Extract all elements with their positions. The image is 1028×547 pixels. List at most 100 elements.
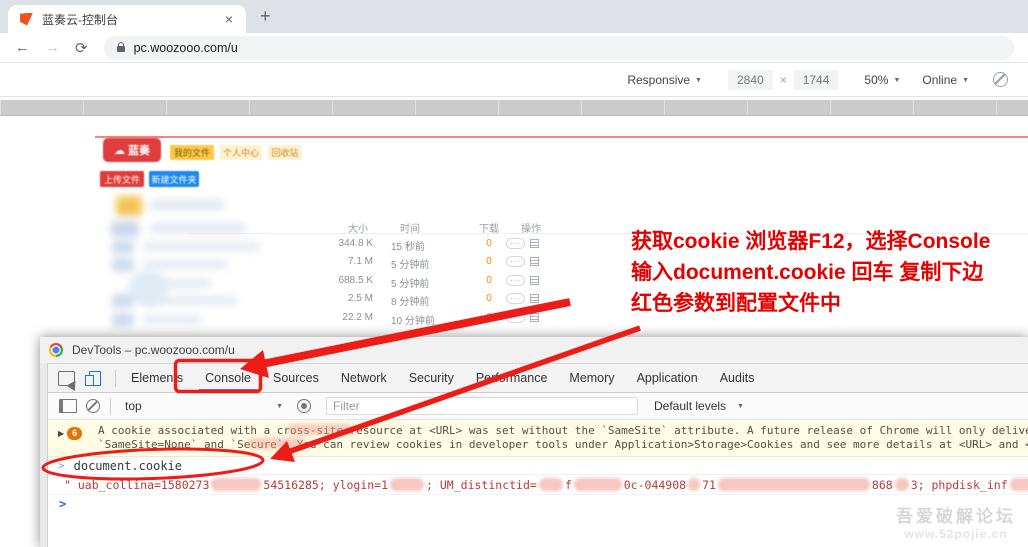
tab-close-icon[interactable]: × [220, 11, 238, 27]
show-sidebar-icon[interactable] [59, 399, 77, 413]
execution-context-select[interactable]: top ▼ [125, 399, 283, 413]
tab-console[interactable]: Console [194, 364, 262, 392]
censored-blur [1010, 478, 1028, 491]
upload-file-button[interactable]: 上传文件 [100, 171, 144, 187]
divider [115, 370, 116, 387]
censored-blur [688, 478, 700, 491]
detail-icon[interactable] [530, 313, 539, 322]
annotation-text: 获取cookie 浏览器F12，选择Console 输入document.coo… [631, 226, 990, 319]
censored-blur [574, 478, 622, 491]
reload-icon[interactable]: ⟳ [75, 39, 88, 57]
live-expression-icon[interactable] [297, 399, 311, 413]
tab-sources[interactable]: Sources [262, 364, 330, 392]
screenshot-root: 蓝奏云-控制台 × + ← → ⟳ pc.woozooo.com/u Respo… [0, 0, 1028, 547]
rotate-viewport-icon[interactable] [993, 72, 1008, 87]
console-prompt[interactable]: > [48, 495, 1028, 513]
expand-triangle-icon: ▶ [58, 429, 64, 438]
new-tab-button[interactable]: + [260, 6, 271, 27]
command-chevron-icon: > [58, 459, 65, 472]
chevron-down-icon: ▼ [737, 403, 744, 410]
warning-text-line2: `SameSite=None` and `Secure`. You can re… [98, 438, 1028, 452]
detail-icon[interactable] [530, 257, 539, 266]
back-icon[interactable]: ← [15, 39, 30, 56]
browser-tab[interactable]: 蓝奏云-控制台 × [8, 5, 246, 33]
browser-tab-strip: 蓝奏云-控制台 × + [0, 0, 1028, 33]
new-folder-button[interactable]: 新建文件夹 [149, 171, 199, 187]
more-actions-button[interactable]: ··· [506, 293, 525, 304]
tab-application[interactable]: Application [626, 364, 709, 392]
chevron-down-icon: ▼ [893, 77, 900, 84]
device-ruler [0, 100, 1028, 116]
blurred-file-name [150, 223, 246, 233]
inspect-element-icon[interactable] [58, 371, 75, 386]
censored-blur [390, 478, 424, 491]
more-actions-button[interactable]: ··· [506, 275, 525, 286]
chevron-down-icon: ▼ [962, 77, 969, 84]
site-tab-my-files[interactable]: 我的文件 [170, 145, 214, 160]
blurred-file-icon [111, 221, 139, 237]
prompt-chevron-icon: > [59, 497, 66, 511]
detail-icon[interactable] [530, 239, 539, 248]
site-tab-profile[interactable]: 个人中心 [220, 145, 262, 160]
tab-performance[interactable]: Performance [465, 364, 559, 392]
chevron-down-icon: ▼ [695, 77, 702, 84]
detail-icon[interactable] [530, 294, 539, 303]
more-actions-button[interactable]: ··· [506, 312, 525, 323]
devtools-window: DevTools – pc.woozooo.com/u Elements Con… [40, 337, 1028, 547]
tab-audits[interactable]: Audits [709, 364, 766, 392]
censored-blur [288, 424, 352, 435]
device-mode-select[interactable]: Responsive ▼ [627, 73, 702, 87]
site-top-border [95, 136, 1028, 138]
clear-console-icon[interactable] [86, 399, 100, 413]
site-favicon-icon [20, 13, 33, 26]
tab-title: 蓝奏云-控制台 [42, 11, 220, 28]
console-toolbar: top ▼ Default levels ▼ [48, 393, 1028, 420]
chevron-down-icon: ▼ [276, 403, 283, 410]
chrome-logo-icon [49, 343, 63, 357]
divider [110, 398, 111, 415]
censored-blur [539, 478, 563, 491]
site-logo[interactable]: ☁ 蓝奏 [103, 138, 161, 162]
site-tab-recycle[interactable]: 回收站 [268, 145, 302, 160]
zoom-select[interactable]: 50% ▼ [864, 73, 900, 87]
censored-blur [211, 478, 261, 491]
warning-count-badge: 6 [67, 427, 82, 440]
devtools-left-edge [40, 363, 48, 547]
tab-elements[interactable]: Elements [120, 364, 194, 392]
cloud-icon: ☁ [114, 144, 125, 157]
warning-expand-badge[interactable]: ▶ 6 [58, 427, 82, 440]
censored-blur [895, 478, 909, 491]
devtools-window-title: DevTools – pc.woozooo.com/u [72, 343, 235, 357]
tab-memory[interactable]: Memory [558, 364, 625, 392]
more-actions-button[interactable]: ··· [506, 238, 525, 249]
tab-network[interactable]: Network [330, 364, 398, 392]
devtools-titlebar[interactable]: DevTools – pc.woozooo.com/u [40, 337, 1028, 364]
tab-security[interactable]: Security [398, 364, 465, 392]
warning-text-line1: A cookie associated with a cross-site re… [98, 424, 1028, 438]
censored-blur [718, 478, 870, 491]
console-output-row: " uab_collina=158027354516285; ylogin=1;… [48, 475, 1028, 495]
console-command-row: > document.cookie [48, 457, 1028, 475]
console-warning-group: ▶ 6 A cookie associated with a cross-sit… [48, 420, 1028, 457]
viewport-width-field[interactable]: 2840 [728, 70, 773, 90]
more-actions-button[interactable]: ··· [506, 256, 525, 267]
viewport-height-field[interactable]: 1744 [794, 70, 839, 90]
browser-toolbar: ← → ⟳ pc.woozooo.com/u [0, 33, 1028, 63]
log-levels-select[interactable]: Default levels ▼ [654, 399, 744, 413]
detail-icon[interactable] [530, 276, 539, 285]
console-filter-input[interactable] [326, 397, 638, 415]
device-toolbar: Responsive ▼ 2840 × 1744 50% ▼ Online ▼ [0, 63, 1028, 97]
url-text: pc.woozooo.com/u [134, 41, 238, 55]
network-throttle-select[interactable]: Online ▼ [922, 73, 969, 87]
blurred-folder-icon [116, 196, 142, 216]
devtools-tab-bar: Elements Console Sources Network Securit… [48, 364, 1028, 393]
command-text: document.cookie [74, 459, 182, 473]
times-icon: × [780, 73, 787, 87]
forward-icon[interactable]: → [45, 39, 60, 56]
censored-blur [248, 438, 306, 449]
viewport-size: 2840 × 1744 [724, 70, 842, 90]
lock-icon [117, 46, 125, 52]
blurred-file-name [150, 200, 224, 210]
address-bar[interactable]: pc.woozooo.com/u [104, 36, 1014, 60]
device-toolbar-toggle-icon[interactable] [89, 371, 101, 386]
